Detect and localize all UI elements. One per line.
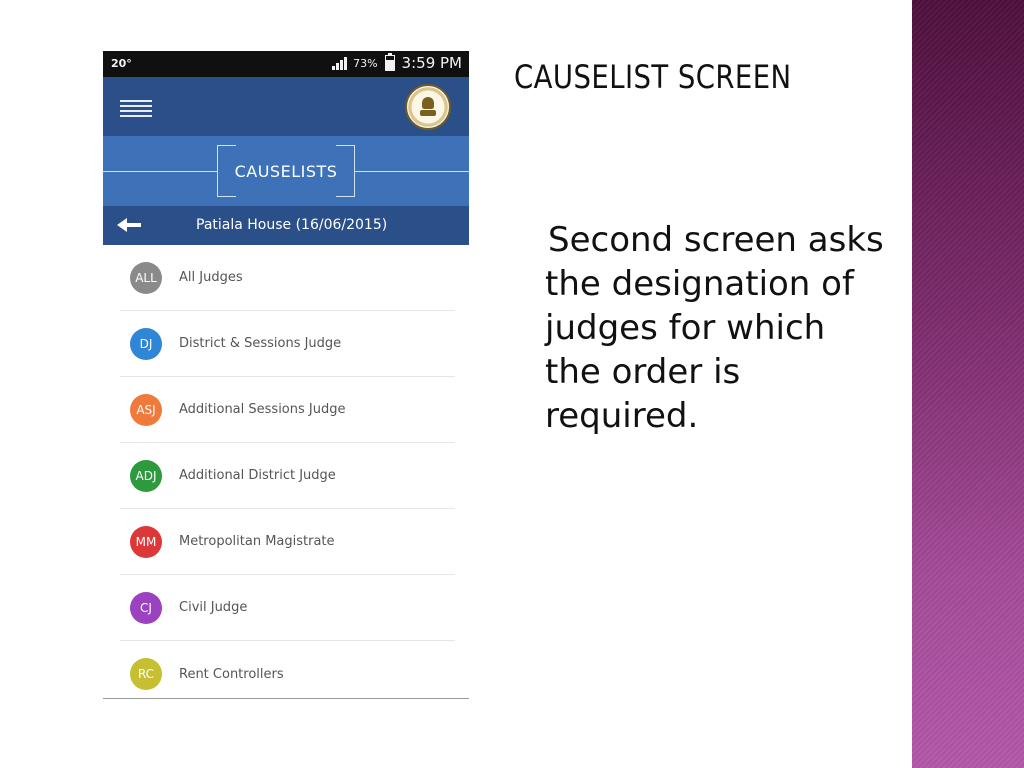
judge-list-item[interactable]: MM Metropolitan Magistrate [120,509,455,575]
judge-list-item[interactable]: ADJ Additional District Judge [120,443,455,509]
judge-abbr-badge: DJ [130,327,162,360]
status-temperature: 20° [111,57,132,70]
battery-icon [384,53,395,71]
judge-abbr-badge: ADJ [130,459,162,492]
section-title: CAUSELISTS [234,161,338,181]
judge-abbr-badge: ALL [130,261,162,294]
status-indicators: 73% 3:59 PM [332,53,462,72]
judge-list-item[interactable]: ALL All Judges [120,245,455,311]
court-date-title: Patiala House (16/06/2015) [196,217,388,233]
judge-list-item[interactable]: RC Rent Controllers [120,641,455,698]
judge-label: Additional District Judge [179,468,336,483]
back-arrow-icon[interactable] [117,216,143,234]
judge-label: Civil Judge [179,600,248,615]
judge-abbr-badge: RC [130,658,162,690]
court-date-bar: Patiala House (16/06/2015) [103,206,469,245]
slide-body-text: Second screen asks the designation of ju… [545,220,884,436]
divider [354,171,469,172]
judge-label: District & Sessions Judge [179,336,342,351]
judge-abbr-badge: ASJ [130,393,162,426]
phone-screenshot: 20° 73% 3:59 PM CAUSELISTS Patiala House… [103,51,469,699]
status-bar: 20° 73% 3:59 PM [103,51,469,77]
court-emblem-icon [405,84,451,130]
section-header: CAUSELISTS [103,136,469,206]
divider [103,171,217,172]
signal-icon [332,56,348,70]
judge-label: All Judges [179,270,243,285]
judge-label: Rent Controllers [179,666,284,682]
judge-list-item[interactable]: CJ Civil Judge [120,575,455,641]
judge-label: Metropolitan Magistrate [179,534,335,549]
section-title-frame: CAUSELISTS [217,145,355,197]
judge-list-item[interactable]: DJ District & Sessions Judge [120,311,455,377]
judge-abbr-badge: MM [130,525,162,558]
app-bar [103,77,469,136]
hamburger-icon[interactable] [120,100,152,117]
decorative-side-band [912,0,1024,768]
judge-label: Additional Sessions Judge [179,402,346,417]
judge-designation-list: ALL All Judges DJ District & Sessions Judge… [103,245,469,698]
judge-list-item[interactable]: ASJ Additional Sessions Judge [120,377,455,443]
slide-title: CAUSELIST SCREEN [514,58,792,96]
judge-abbr-badge: CJ [130,591,162,624]
status-time: 3:59 PM [401,54,462,72]
battery-percentage: 73% [353,56,378,70]
